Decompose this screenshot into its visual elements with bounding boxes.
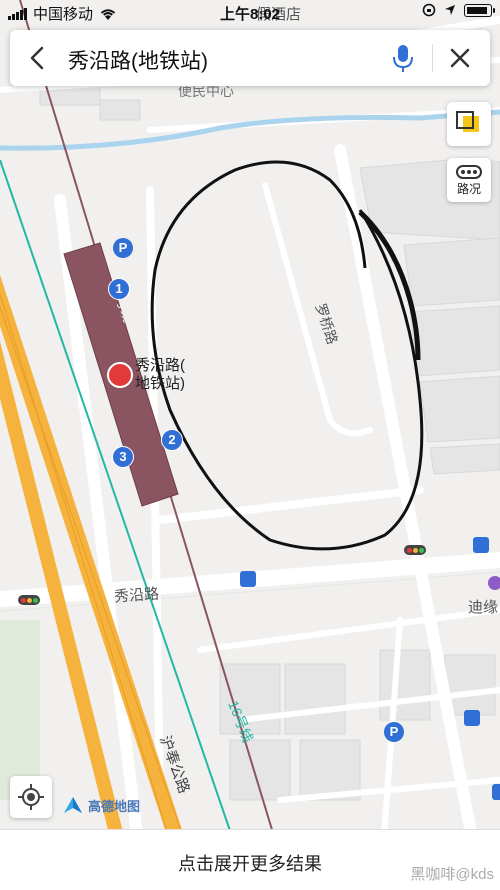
- traffic-label: 路况: [456, 182, 481, 196]
- rotation-lock-icon: [422, 3, 436, 17]
- station-exit-3-marker[interactable]: 3: [112, 446, 134, 468]
- station-name-line2: 地铁站): [135, 375, 185, 392]
- layers-icon: [456, 111, 479, 132]
- battery-icon: [464, 3, 495, 17]
- watermark: 黑咖啡@kds: [410, 866, 494, 883]
- search-bar[interactable]: 秀沿路(地铁站): [10, 30, 490, 86]
- search-query[interactable]: 秀沿路(地铁站): [68, 45, 208, 75]
- layers-button[interactable]: [447, 102, 491, 146]
- road-label-xiuyan: 秀沿路: [114, 586, 160, 606]
- traffic-light-icon: [404, 545, 426, 555]
- bus-stop-icon[interactable]: [240, 571, 256, 587]
- status-bar: 中国移动 上午8:02: [0, 0, 500, 24]
- map-canvas[interactable]: 罗桥路 秀沿路 沪奉公路 16号线 16号线 便民中心 假酒店 迪缘: [0, 0, 500, 889]
- parking-marker-1[interactable]: P: [113, 238, 133, 258]
- back-icon[interactable]: [22, 42, 54, 74]
- amap-logo-text: 高德地图: [88, 798, 141, 814]
- microphone-icon[interactable]: [388, 42, 418, 74]
- expand-results-panel[interactable]: 点击展开更多结果 黑咖啡@kds: [0, 829, 500, 890]
- place-label-diyuan: 迪缘: [468, 599, 498, 616]
- parking-marker-2[interactable]: P: [384, 722, 404, 742]
- station-exit-2-marker[interactable]: 2: [161, 429, 183, 451]
- bus-stop-icon[interactable]: [492, 784, 500, 800]
- bus-stop-icon[interactable]: [473, 537, 489, 553]
- bus-stop-icon[interactable]: [464, 710, 480, 726]
- amap-logo-icon: [64, 797, 82, 813]
- locate-icon: [18, 784, 44, 810]
- amap-logo: 高德地图: [62, 795, 140, 815]
- traffic-icon: [456, 165, 482, 179]
- poi-icon[interactable]: [488, 576, 500, 590]
- traffic-button[interactable]: 路况: [447, 158, 491, 202]
- search-divider: [432, 44, 433, 72]
- station-name-label[interactable]: 秀沿路( 地铁站): [135, 357, 205, 393]
- metro-station-icon[interactable]: [107, 362, 133, 388]
- station-name-line1: 秀沿路(: [135, 357, 185, 374]
- close-icon[interactable]: [444, 42, 476, 74]
- station-exit-1-marker[interactable]: 1: [108, 278, 130, 300]
- locate-button[interactable]: [10, 776, 52, 818]
- traffic-light-icon: [18, 595, 40, 605]
- location-arrow-icon: [445, 5, 455, 15]
